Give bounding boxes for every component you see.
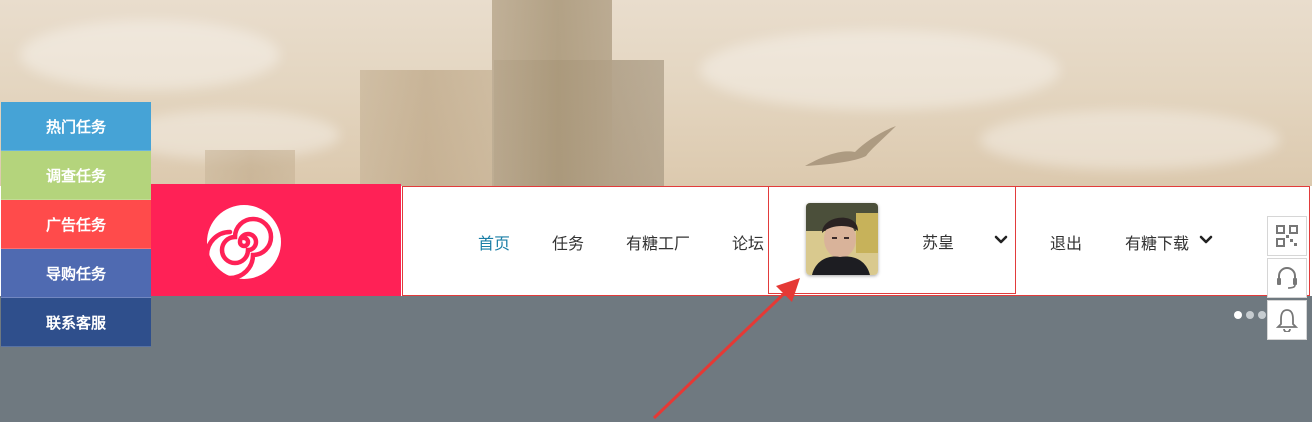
hero-banner [0, 0, 1312, 186]
notifications-button[interactable] [1267, 300, 1307, 340]
side-item-label: 调查任务 [45, 166, 106, 185]
nav-logout[interactable]: 退出 [1050, 230, 1082, 254]
side-item-label: 广告任务 [45, 215, 106, 234]
headset-icon [1277, 267, 1297, 289]
swirl-logo-icon [206, 205, 281, 280]
qr-code-icon [1276, 225, 1298, 247]
tower-silhouette [492, 0, 612, 186]
side-item-label: 热门任务 [45, 117, 106, 136]
logo-block[interactable] [151, 184, 401, 296]
side-item-contact-service[interactable]: 联系客服 [1, 298, 151, 347]
building-silhouette [360, 70, 492, 186]
side-item-label: 导购任务 [45, 264, 106, 283]
nav-download[interactable]: 有糖下载 [1125, 230, 1189, 254]
nav-sugar-factory[interactable]: 有糖工厂 [626, 230, 690, 254]
qr-code-button[interactable] [1267, 216, 1307, 256]
bird-icon [805, 126, 896, 166]
chevron-down-icon[interactable] [994, 233, 1008, 247]
customer-service-button[interactable] [1267, 258, 1307, 298]
side-task-menu: 热门任务 调查任务 广告任务 导购任务 联系客服 [1, 102, 151, 347]
side-item-hot-tasks[interactable]: 热门任务 [1, 102, 151, 151]
nav-home[interactable]: 首页 [478, 230, 510, 254]
carousel-indicators [1234, 311, 1266, 319]
carousel-dot[interactable] [1246, 311, 1254, 319]
side-item-shopping-tasks[interactable]: 导购任务 [1, 249, 151, 298]
side-item-label: 联系客服 [45, 313, 106, 332]
username-label[interactable]: 苏皇 [922, 229, 954, 253]
chevron-down-icon[interactable] [1199, 233, 1213, 247]
bell-icon [1276, 309, 1298, 332]
avatar-image [806, 203, 878, 275]
side-item-ad-tasks[interactable]: 广告任务 [1, 200, 151, 249]
annotation-arrow [652, 278, 800, 420]
nav-tasks[interactable]: 任务 [552, 230, 584, 254]
building-silhouette [205, 150, 295, 186]
nav-forum[interactable]: 论坛 [732, 230, 764, 254]
floating-toolbar [1267, 216, 1307, 342]
carousel-dot[interactable] [1234, 311, 1242, 319]
user-avatar[interactable] [806, 203, 878, 275]
carousel-dot[interactable] [1258, 311, 1266, 319]
side-item-survey-tasks[interactable]: 调查任务 [1, 151, 151, 200]
